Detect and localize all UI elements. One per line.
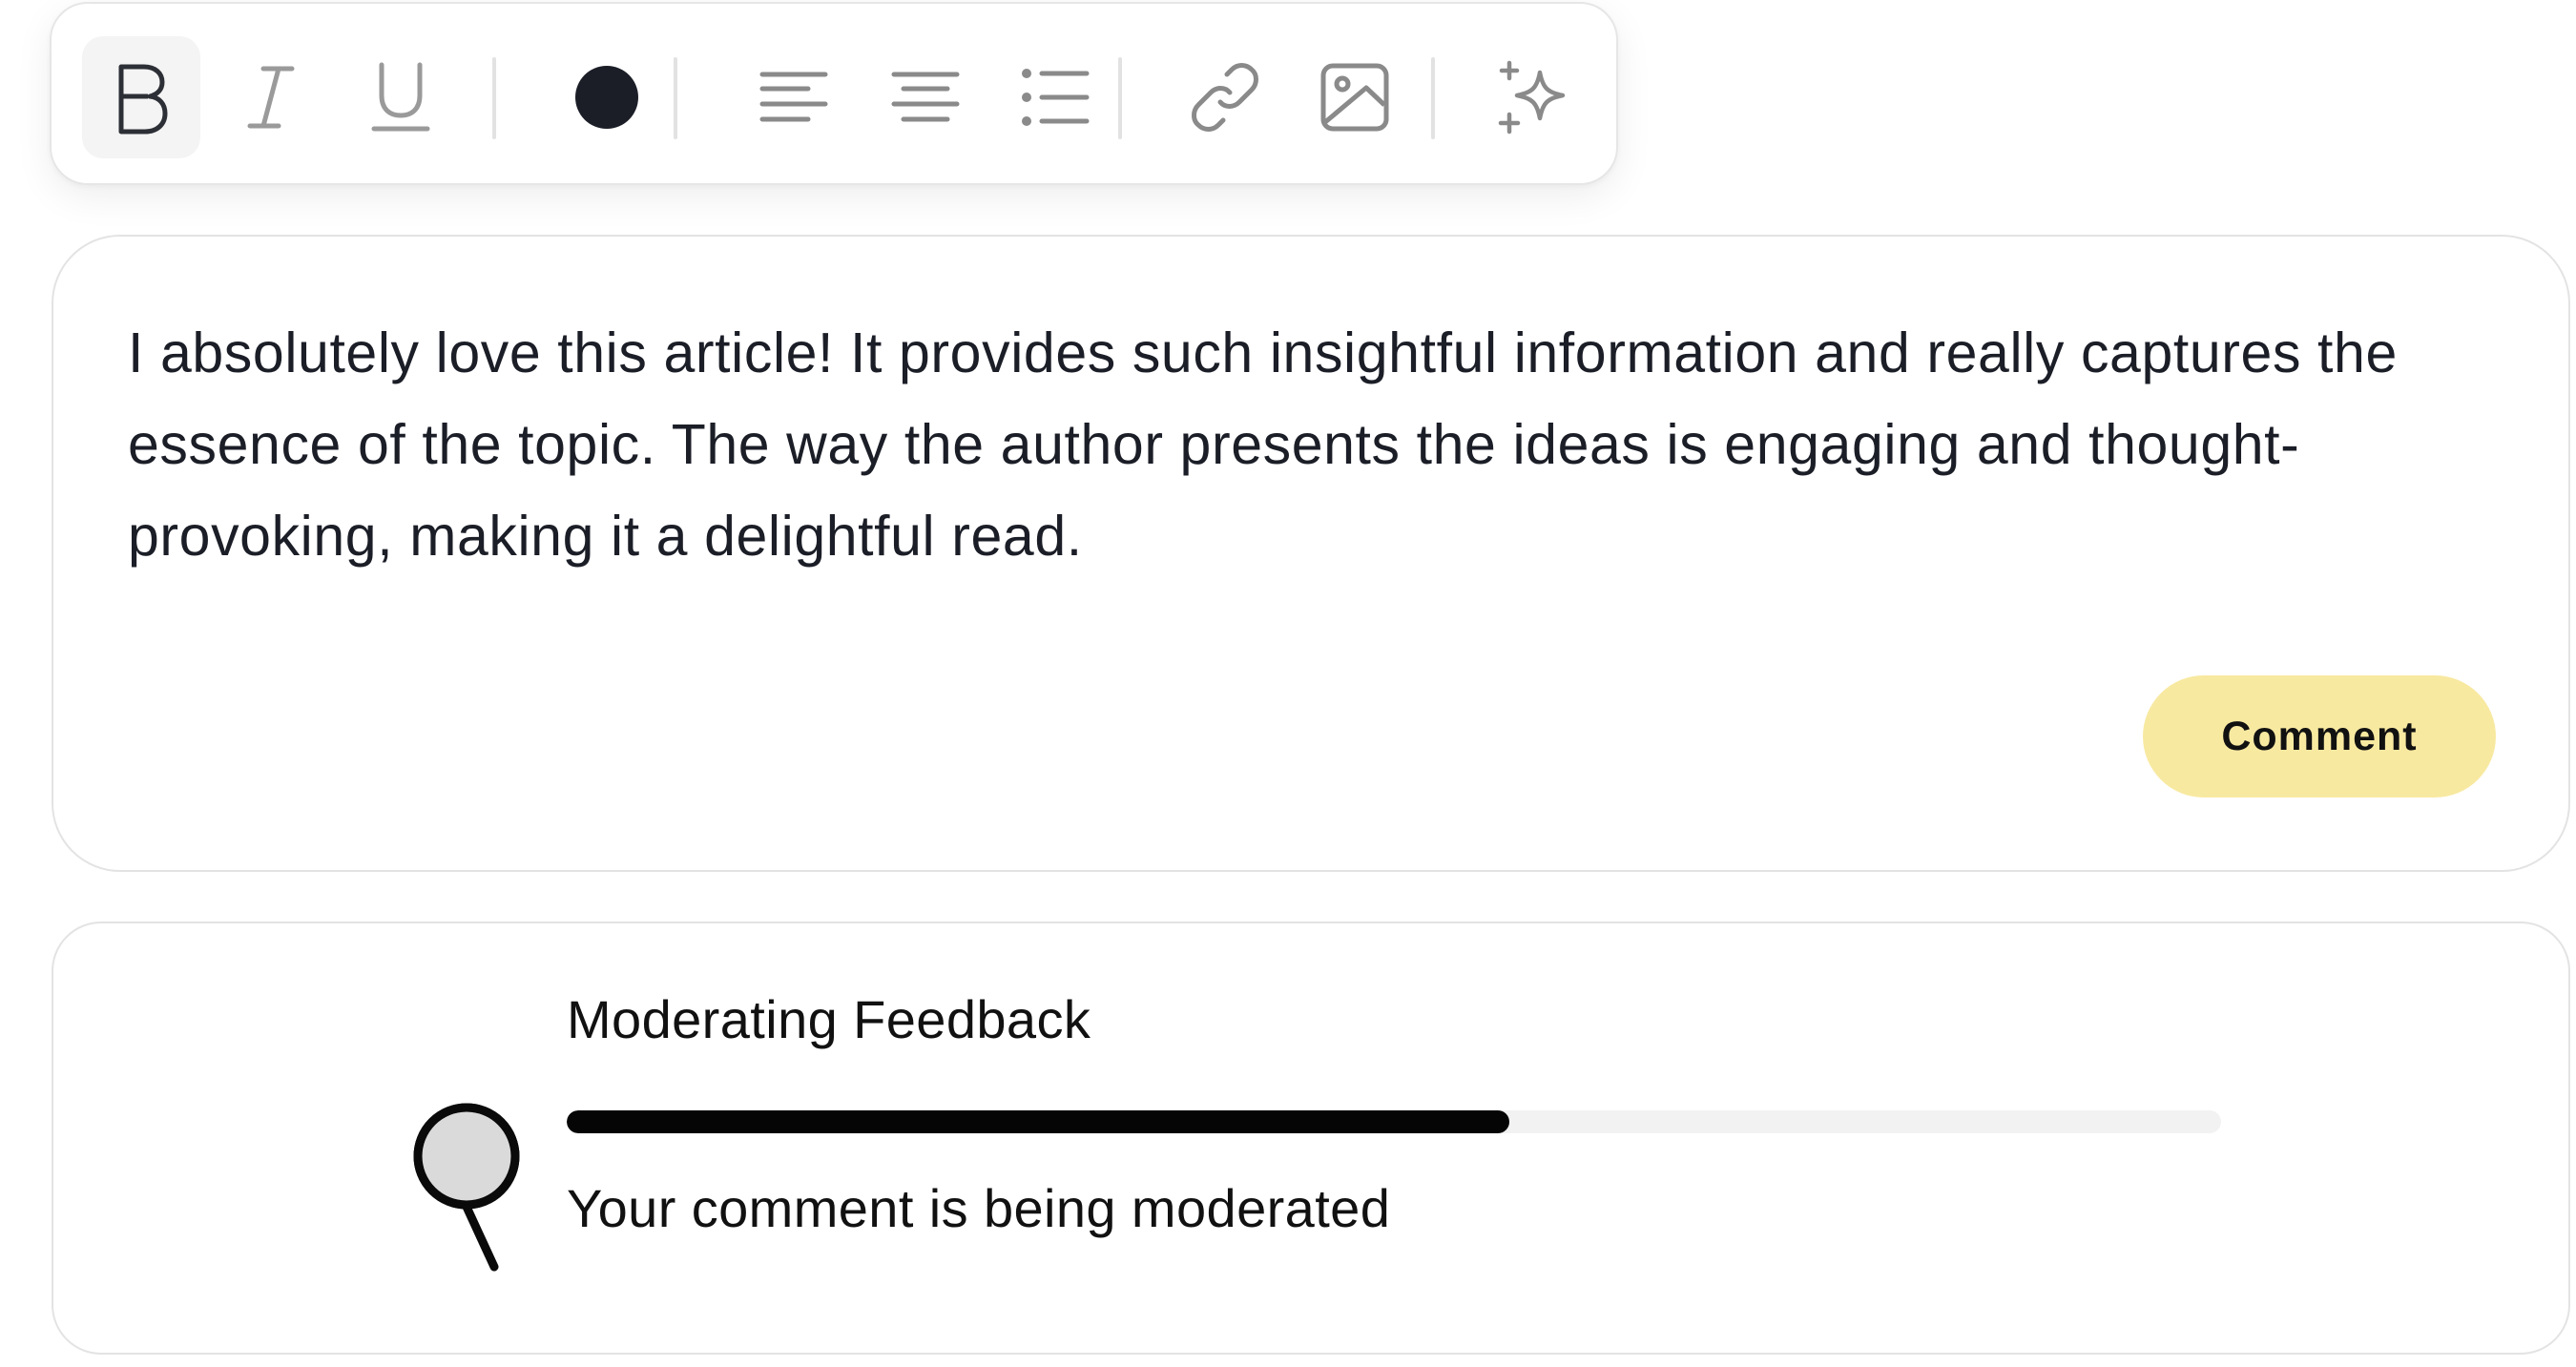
moderation-progress-bar [567, 1110, 2221, 1133]
align-left-icon [759, 71, 828, 124]
toolbar-divider [1118, 57, 1122, 139]
bold-icon [108, 59, 175, 135]
bullet-list-button[interactable] [996, 36, 1114, 158]
italic-icon [242, 64, 300, 131]
magnifier-search-icon [215, 1067, 540, 1291]
formatting-toolbar [50, 2, 1618, 185]
toolbar-divider [492, 57, 496, 139]
sparkles-icon [1498, 59, 1574, 135]
moderation-title: Moderating Feedback [567, 989, 1091, 1049]
moderation-card: Moderating Feedback Your comment is bein… [52, 922, 2570, 1355]
insert-link-button[interactable] [1166, 36, 1284, 158]
bold-button[interactable] [82, 36, 200, 158]
align-center-button[interactable] [866, 36, 985, 158]
italic-button[interactable] [212, 36, 330, 158]
align-center-icon [891, 71, 960, 124]
text-color-button[interactable] [548, 36, 666, 158]
underline-button[interactable] [342, 36, 460, 158]
comment-text[interactable]: I absolutely love this article! It provi… [128, 307, 2475, 582]
underline-icon [370, 61, 431, 134]
ai-assist-button[interactable] [1477, 36, 1595, 158]
toolbar-divider [1431, 57, 1435, 139]
moderation-status: Your comment is being moderated [567, 1178, 1391, 1238]
align-left-button[interactable] [735, 36, 853, 158]
moderation-progress-fill [567, 1110, 1510, 1133]
bullet-list-icon [1021, 68, 1090, 127]
link-icon [1189, 61, 1261, 134]
insert-image-button[interactable] [1296, 36, 1414, 158]
text-color-icon [573, 64, 640, 131]
toolbar-divider [674, 57, 677, 139]
comment-button[interactable]: Comment [2143, 675, 2496, 797]
comment-editor[interactable]: I absolutely love this article! It provi… [52, 235, 2570, 872]
image-icon [1320, 63, 1389, 132]
